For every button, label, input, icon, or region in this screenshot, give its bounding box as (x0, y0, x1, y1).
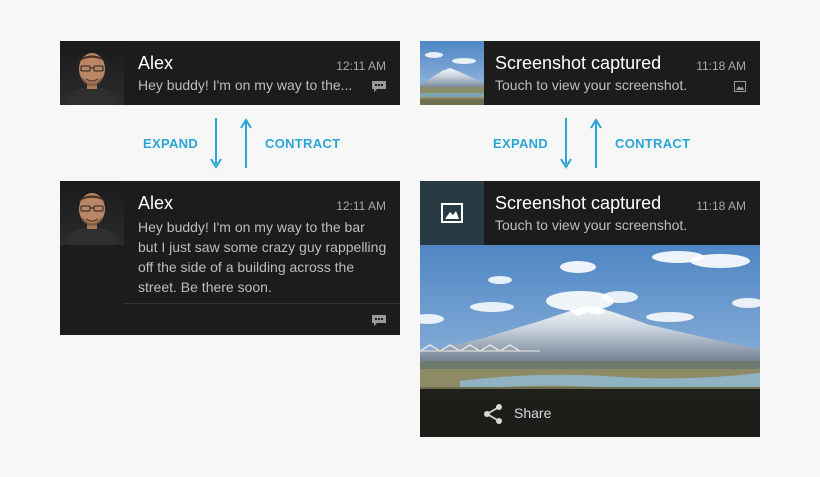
share-label: Share (514, 405, 552, 421)
notification-title: Screenshot captured (495, 53, 662, 73)
message-icon (372, 81, 386, 92)
notification-big-text: Hey buddy! I'm on my way to the bar but … (138, 219, 387, 295)
down-arrow-icon (210, 118, 222, 169)
notification-text: Touch to view your screenshot. (495, 77, 688, 93)
message-notification-expanded[interactable]: Alex 12:11 AM Hey buddy! I'm on my way t… (60, 181, 400, 335)
notification-title: Alex (138, 193, 174, 213)
screenshot-thumbnail (420, 41, 484, 105)
contract-label: CONTRACT (265, 136, 341, 151)
screenshot-notification-expanded[interactable]: Screenshot captured 11:18 AM Touch to vi… (420, 181, 760, 437)
page: { "colors": { "accent": "#2aa6d6", "card… (0, 0, 820, 477)
notification-time: 12:11 AM (336, 59, 386, 73)
image-icon-tile (420, 181, 484, 245)
down-arrow-icon (560, 118, 572, 169)
message-icon (372, 315, 386, 326)
expand-label: EXPAND (493, 136, 549, 151)
image-icon (441, 203, 463, 223)
notification-time: 11:18 AM (696, 199, 746, 213)
contact-avatar (60, 41, 124, 105)
contract-label: CONTRACT (615, 136, 691, 151)
expand-label: EXPAND (143, 136, 199, 151)
divider (124, 303, 400, 304)
screenshot-notification-collapsed[interactable]: Screenshot captured 11:18 AM Touch to vi… (420, 41, 760, 105)
notification-title: Alex (138, 53, 174, 73)
notification-text: Hey buddy! I'm on my way to the... (138, 77, 353, 93)
contact-avatar (60, 181, 124, 245)
notification-time: 12:11 AM (336, 199, 386, 213)
up-arrow-icon (240, 118, 252, 168)
message-notification-collapsed[interactable]: Alex 12:11 AM Hey buddy! I'm on my way t… (60, 41, 400, 105)
share-action-button[interactable]: Share (420, 389, 760, 437)
up-arrow-icon (590, 118, 602, 168)
notification-title: Screenshot captured (495, 193, 662, 213)
notification-time: 11:18 AM (696, 59, 746, 73)
notification-text: Touch to view your screenshot. (495, 217, 688, 233)
image-icon (734, 81, 746, 92)
share-icon (484, 404, 502, 424)
